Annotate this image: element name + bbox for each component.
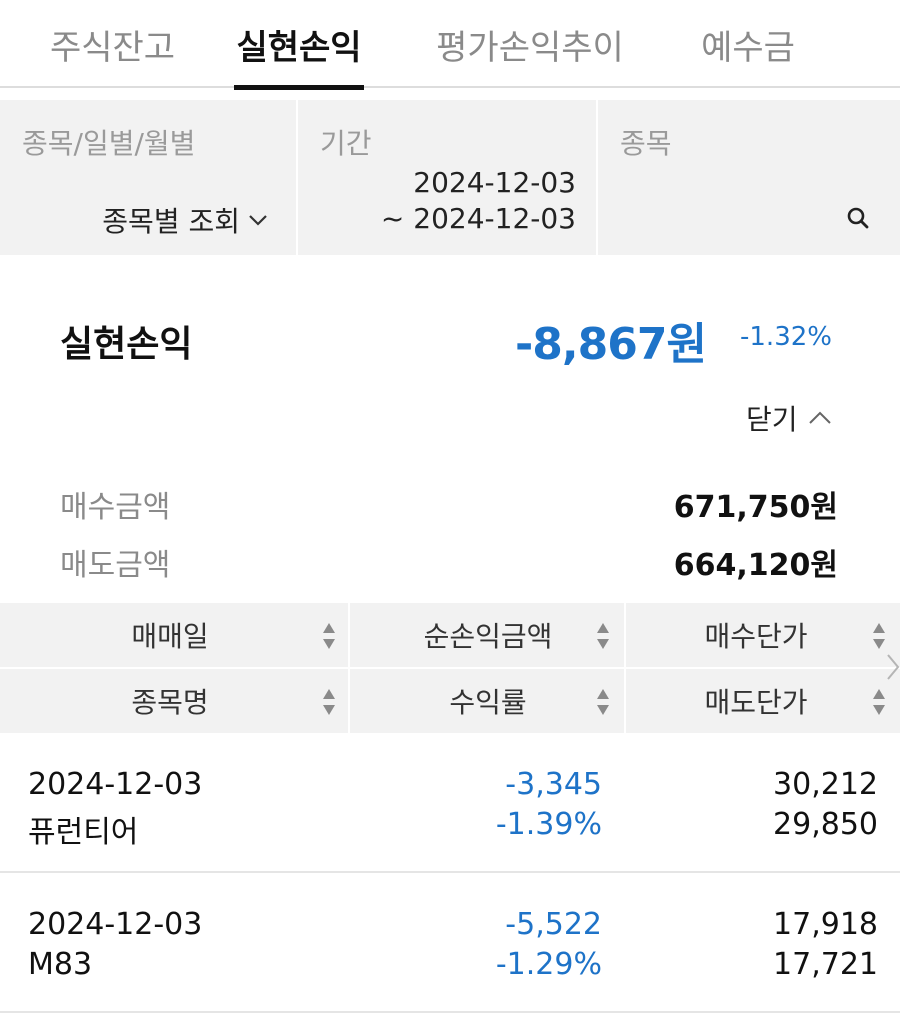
- tab-deposit[interactable]: 예수금: [692, 0, 804, 88]
- tab-bar: 주식잔고 실현손익 평가손익추이 예수금: [0, 0, 900, 90]
- collapse-button[interactable]: 닫기: [746, 398, 832, 438]
- sort-icon: [873, 689, 885, 715]
- table-row[interactable]: 2024-12-03 퓨런티어 -3,345 -1.39% 30,212 29,…: [0, 733, 900, 873]
- trade-date: 2024-12-03: [28, 907, 203, 942]
- header-label: 수익률: [449, 686, 527, 719]
- sort-sell-price[interactable]: 매도단가: [628, 669, 900, 733]
- filter-period[interactable]: 기간 2024-12-03 ~ 2024-12-03: [300, 100, 598, 255]
- sort-icon: [597, 689, 609, 715]
- sell-amount-label: 매도금액: [60, 548, 171, 583]
- period-start: 2024-12-03: [413, 166, 576, 199]
- realized-pl-label: 실현손익: [60, 324, 193, 365]
- chevron-up-icon: [808, 411, 831, 424]
- tab-valuation-trend[interactable]: 평가손익추이: [430, 0, 630, 88]
- net-pl: -3,345: [505, 767, 602, 802]
- header-label: 매도단가: [704, 686, 808, 719]
- tab-realized-pl[interactable]: 실현손익: [234, 0, 364, 90]
- sort-buy-price[interactable]: 매수단가: [628, 603, 900, 667]
- sell-price: 17,721: [773, 947, 878, 982]
- return-rate: -1.39%: [495, 807, 602, 842]
- table-header: 매매일 순손익금액 매수단가 종목명 수익률 매도단가: [0, 603, 900, 733]
- stock-name: 퓨런티어: [28, 815, 139, 850]
- collapse-label: 닫기: [746, 403, 798, 436]
- filter-type-label: 종목/일별/월별: [22, 127, 196, 160]
- filter-period-label: 기간: [320, 127, 372, 160]
- sell-amount-value: 664,120원: [673, 548, 838, 583]
- trade-date: 2024-12-03: [28, 767, 203, 802]
- realized-pl-value: -8,867원: [515, 319, 707, 370]
- tab-stock-balance[interactable]: 주식잔고: [40, 0, 185, 88]
- filter-type-dropdown[interactable]: 종목별 조회: [102, 200, 268, 240]
- buy-price: 17,918: [773, 907, 878, 942]
- sort-icon: [597, 623, 609, 649]
- header-label: 매매일: [131, 620, 209, 653]
- filter-stock[interactable]: 종목: [600, 100, 900, 255]
- sell-price: 29,850: [773, 807, 878, 842]
- header-label: 매수단가: [704, 620, 808, 653]
- buy-amount-value: 671,750원: [673, 490, 838, 525]
- net-pl: -5,522: [505, 907, 602, 942]
- sort-return-rate[interactable]: 수익률: [352, 669, 626, 733]
- realized-pl-rate: -1.32%: [740, 322, 832, 352]
- sort-icon: [323, 623, 335, 649]
- period-end: ~ 2024-12-03: [380, 202, 576, 235]
- header-label: 종목명: [131, 686, 209, 719]
- buy-price: 30,212: [773, 767, 878, 802]
- filter-stock-label: 종목: [620, 127, 672, 160]
- filter-type-value: 종목별 조회: [102, 205, 240, 238]
- header-label: 순손익금액: [423, 620, 553, 653]
- search-icon[interactable]: [844, 204, 872, 232]
- stock-name: M83: [28, 947, 93, 982]
- sort-net-pl[interactable]: 순손익금액: [352, 603, 626, 667]
- sort-trade-date[interactable]: 매매일: [0, 603, 350, 667]
- chevron-right-icon[interactable]: [886, 652, 900, 682]
- table-row[interactable]: 2024-12-03 M83 -5,522 -1.29% 17,918 17,7…: [0, 873, 900, 1013]
- filter-panel: 종목/일별/월별 종목별 조회 기간 2024-12-03 ~ 2024-12-…: [0, 100, 900, 255]
- sort-icon: [873, 623, 885, 649]
- return-rate: -1.29%: [495, 947, 602, 982]
- chevron-down-icon: [249, 215, 267, 226]
- filter-type: 종목/일별/월별 종목별 조회: [0, 100, 298, 255]
- sort-stock-name[interactable]: 종목명: [0, 669, 350, 733]
- sort-icon: [323, 689, 335, 715]
- buy-amount-label: 매수금액: [60, 490, 171, 525]
